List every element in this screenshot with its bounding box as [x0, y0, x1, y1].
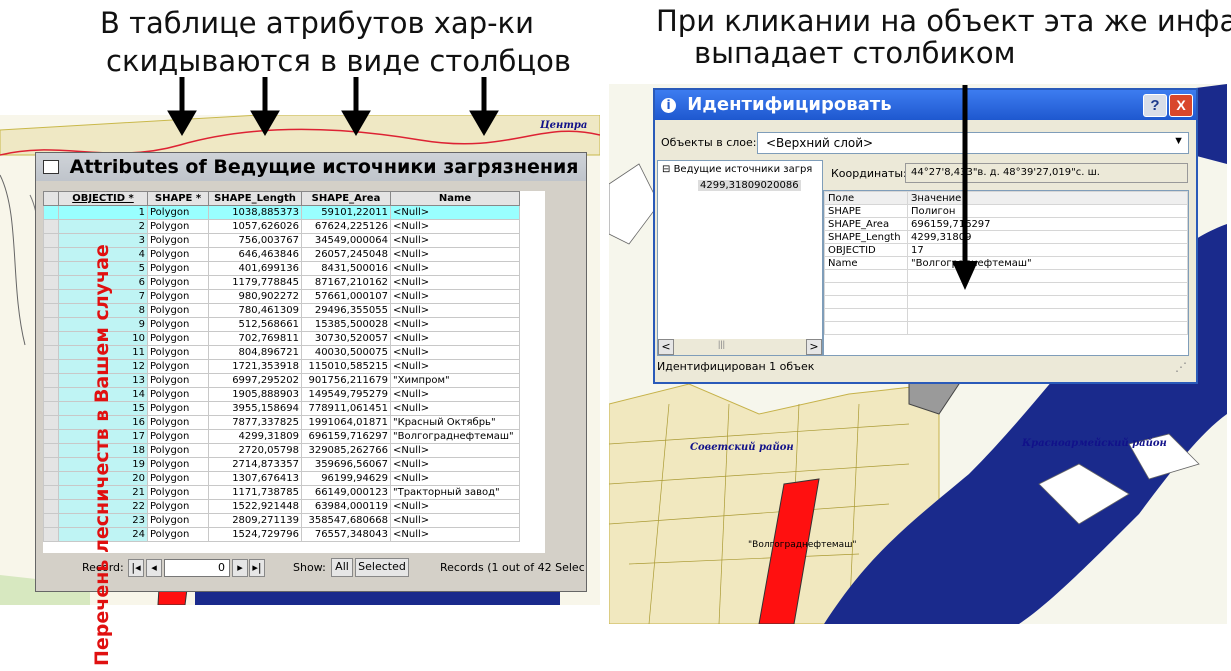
show-label: Show:	[293, 561, 326, 574]
coords-field[interactable]: 44°27'8,433"в. д. 48°39'27,019"с. ш.	[905, 163, 1188, 183]
table-row[interactable]: 11 Polygon 804,896721 40030,500075 <Null>	[43, 345, 520, 360]
identify-row[interactable]: Name"Волгограднефтемаш"	[824, 256, 1188, 270]
table-row[interactable]: 20 Polygon 1307,676413 96199,94629 <Null>	[43, 471, 520, 486]
col-objectid[interactable]: OBJECTID *	[58, 191, 148, 206]
prev-record-button[interactable]: ◂	[146, 559, 162, 577]
table-row[interactable]: 24 Polygon 1524,729796 76557,348043 <Null>	[43, 527, 520, 542]
table-row[interactable]: 6 Polygon 1179,778845 87167,210162 <Null>	[43, 275, 520, 290]
identify-table: Поле Значение SHAPE Полигон SHAPE_Area 696…	[824, 191, 1188, 335]
record-number-input[interactable]: 0	[164, 559, 230, 577]
table-row[interactable]: 16 Polygon 7877,337825 1991064,01871 "Красны…	[43, 415, 520, 430]
table-row[interactable]: 10 Polygon 702,769811 30730,520057 <Null>	[43, 331, 520, 346]
left-caption-line-2: скидываются в виде столбцов	[106, 44, 571, 78]
table-row[interactable]: 3 Polygon 756,003767 34549,000064 <Null>	[43, 233, 520, 248]
identify-attribute-table[interactable]: Поле Значение SHAPE Полигон SHAPE_Area 696…	[823, 190, 1189, 356]
table-row[interactable]: 5 Polygon 401,699136 8431,500016 <Null>	[43, 261, 520, 276]
identify-row	[824, 308, 1188, 322]
scroll-thumb[interactable]: |||	[718, 339, 725, 349]
first-record-button[interactable]: |◂	[128, 559, 144, 577]
table-row[interactable]: 14 Polygon 1905,888903 149549,795279 <Null>	[43, 387, 520, 402]
col-name[interactable]: Name	[390, 191, 520, 206]
col-shape-length[interactable]: SHAPE_Length	[208, 191, 302, 206]
results-tree[interactable]: ⊟ Ведущие источники загря 4299,318090200…	[657, 160, 823, 356]
vertical-forestry-label: Перечень лесничеств в Вашем случае	[91, 244, 113, 666]
attributes-table: OBJECTID * SHAPE * SHAPE_Length SHAPE_Ar…	[43, 191, 520, 542]
tree-child-item[interactable]: 4299,31809020086	[698, 180, 801, 191]
identify-title-bar[interactable]: i Идентифицировать	[655, 90, 1196, 120]
table-row[interactable]: 4 Polygon 646,463846 26057,245048 <Null>	[43, 247, 520, 262]
col-field[interactable]: Поле	[824, 191, 908, 205]
row-selector-header[interactable]	[43, 191, 59, 206]
layer-select-value: <Верхний слой>	[766, 136, 874, 150]
col-shape[interactable]: SHAPE *	[147, 191, 209, 206]
table-row[interactable]: 21 Polygon 1171,738785 66149,000123 "Трактор…	[43, 485, 520, 500]
identify-row	[824, 295, 1188, 309]
table-row[interactable]: 8 Polygon 780,461309 29496,355055 <Null>	[43, 303, 520, 318]
table-row[interactable]: 9 Polygon 512,568661 15385,500028 <Null>	[43, 317, 520, 332]
next-record-button[interactable]: ▸	[232, 559, 248, 577]
identify-row[interactable]: SHAPE_Length 4299,31809	[824, 230, 1188, 244]
attributes-window: Attributes of Ведущие источники загрязне…	[35, 152, 587, 592]
coords-label: Координаты:	[831, 167, 907, 180]
map-label-krasnoarmeysky: Красноармейский район	[1022, 438, 1167, 449]
table-row[interactable]: 2 Polygon 1057,626026 67624,225126 <Null>	[43, 219, 520, 234]
scroll-left-button[interactable]: <	[658, 339, 674, 355]
table-row[interactable]: 12 Polygon 1721,353918 115010,585215 <Null>	[43, 359, 520, 374]
collapse-icon[interactable]: ⊟	[662, 164, 674, 175]
right-caption-line-1: При кликании на объект эта же инфа	[656, 4, 1231, 38]
attributes-footer: Record: |◂ ◂ 0 ▸ ▸| Show: All Selected R…	[36, 553, 586, 585]
identify-arrow	[952, 85, 978, 290]
table-icon	[43, 160, 59, 174]
table-row[interactable]: 22 Polygon 1522,921448 63984,000119 <Null>	[43, 499, 520, 514]
attributes-grid[interactable]: OBJECTID * SHAPE * SHAPE_Length SHAPE_Ar…	[43, 191, 545, 553]
records-status: Records (1 out of 42 Selecte	[440, 561, 584, 574]
table-row[interactable]: 17 Polygon 4299,31809 696159,716297 "Волгогр…	[43, 429, 520, 444]
identify-row	[824, 321, 1188, 335]
attributes-title: Attributes of Ведущие источники загрязне…	[69, 156, 586, 178]
show-selected-button[interactable]: Selected	[355, 558, 409, 577]
attributes-title-bar[interactable]: Attributes of Ведущие источники загрязне…	[36, 153, 586, 181]
resize-grip-icon[interactable]: ⋰	[1175, 360, 1187, 374]
table-row[interactable]: 15 Polygon 3955,158694 778911,061451 <Null>	[43, 401, 520, 416]
table-row[interactable]: 13 Polygon 6997,295202 901756,211679 "Химпро…	[43, 373, 520, 388]
table-row[interactable]: 7 Polygon 980,902272 57661,000107 <Null>	[43, 289, 520, 304]
table-row[interactable]: 23 Polygon 2809,271139 358547,680668 <Null>	[43, 513, 520, 528]
left-caption-line-1: В таблице атрибутов хар-ки	[100, 6, 534, 40]
identify-status: Идентифицирован 1 объек	[657, 360, 815, 373]
show-all-button[interactable]: All	[331, 558, 353, 577]
identify-row[interactable]: SHAPE_Area 696159,716297	[824, 217, 1188, 231]
identify-title: Идентифицировать	[687, 94, 892, 115]
tree-root-item[interactable]: ⊟ Ведущие источники загря	[662, 164, 812, 175]
table-row[interactable]: 19 Polygon 2714,873357 359696,56067 <Null>	[43, 457, 520, 472]
col-shape-area[interactable]: SHAPE_Area	[301, 191, 391, 206]
scroll-right-button[interactable]: >	[806, 339, 822, 355]
table-row[interactable]: 18 Polygon 2720,05798 329085,262766 <Null>	[43, 443, 520, 458]
column-arrows	[167, 77, 499, 136]
identify-window: i Идентифицировать ? X Объекты в слое: <…	[653, 88, 1198, 384]
last-record-button[interactable]: ▸|	[249, 559, 265, 577]
close-button[interactable]: X	[1169, 94, 1193, 117]
map-label-sovetsky: Советский район	[690, 442, 794, 453]
right-caption-line-2: выпадает столбиком	[694, 36, 1016, 70]
layer-label: Объекты в слое:	[661, 136, 757, 149]
chevron-down-icon[interactable]: ▼	[1173, 135, 1184, 147]
map-label-top: Центра	[540, 120, 588, 131]
table-row[interactable]: 1 Polygon 1038,885373 59101,22011 <Null>	[43, 205, 520, 220]
identify-row[interactable]: SHAPE Полигон	[824, 204, 1188, 218]
help-button[interactable]: ?	[1143, 94, 1167, 117]
identify-row[interactable]: OBJECTID 17	[824, 243, 1188, 257]
identify-row	[824, 269, 1188, 283]
identify-row	[824, 282, 1188, 296]
map-label-volgograd: "Волгограднефтемаш"	[748, 540, 857, 550]
info-icon: i	[661, 98, 676, 113]
tree-scrollbar[interactable]: < ||| >	[658, 339, 822, 355]
